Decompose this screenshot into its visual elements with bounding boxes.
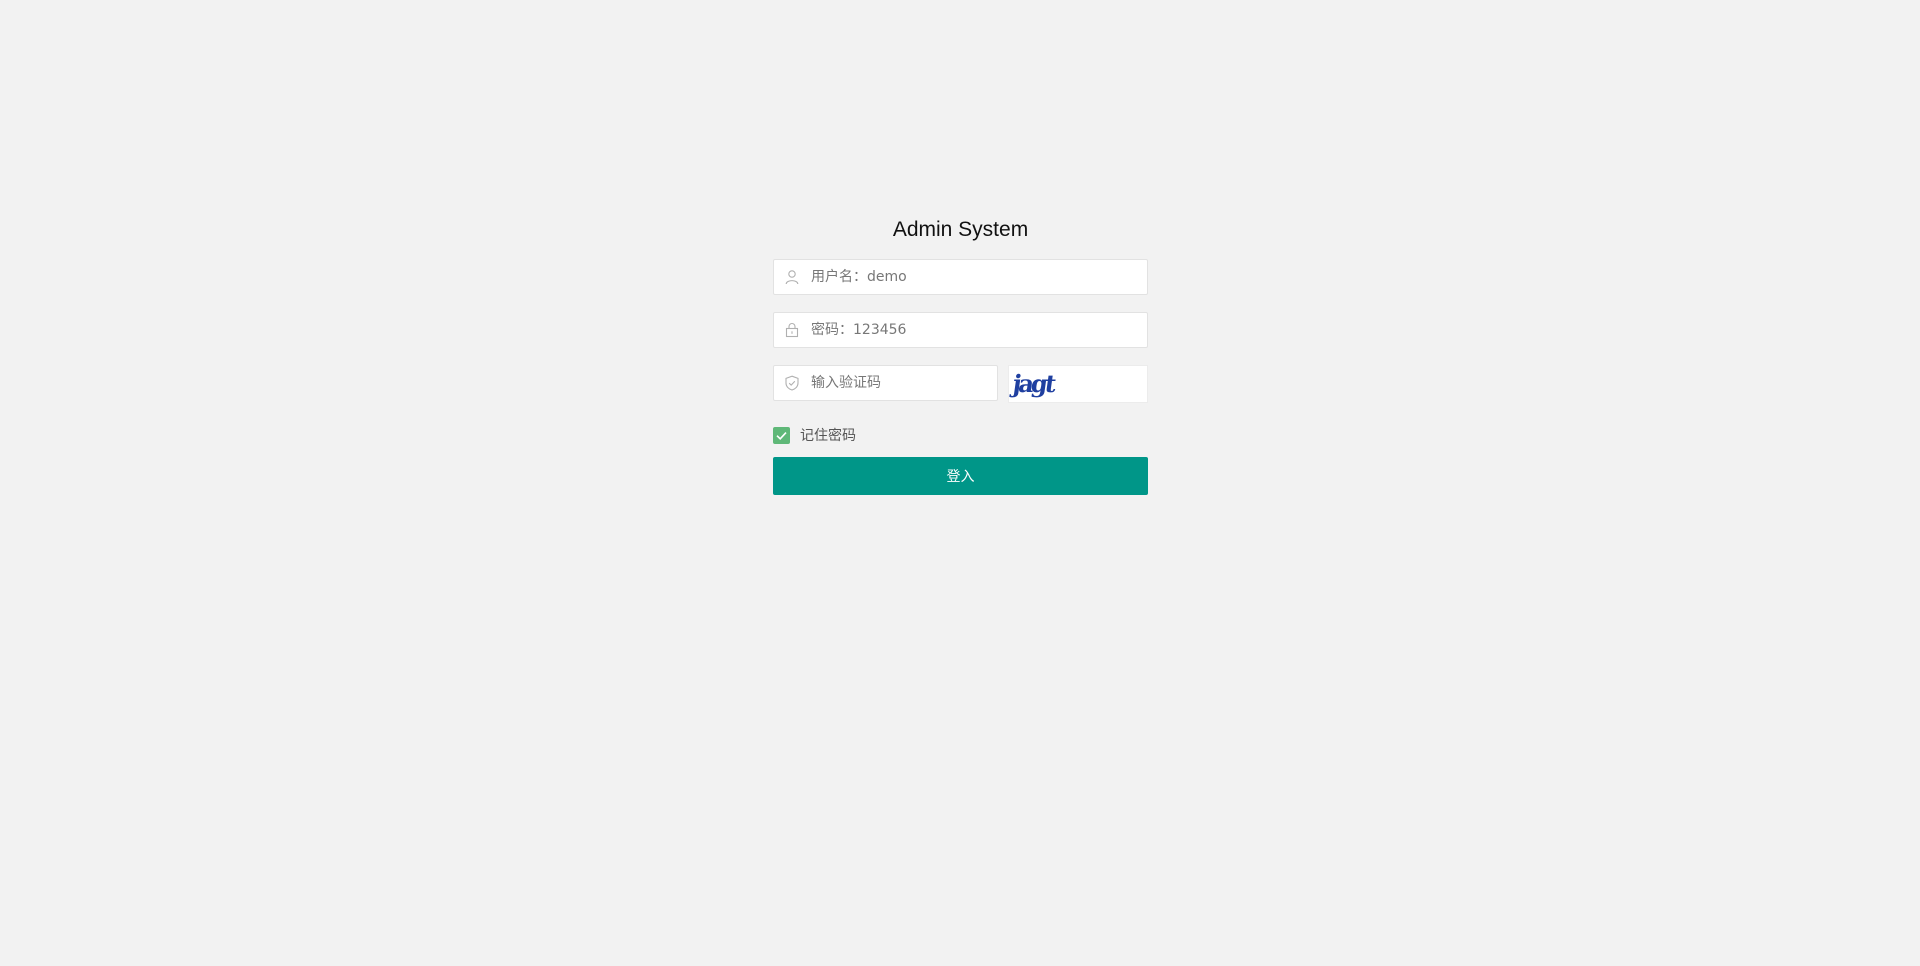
captcha-image[interactable]: jagt: [1008, 365, 1148, 403]
login-button[interactable]: 登入: [773, 457, 1148, 495]
captcha-field[interactable]: [773, 365, 998, 401]
page-title: Admin System: [892, 218, 1029, 241]
remember-password-label: 记住密码: [800, 428, 856, 444]
password-input[interactable]: [811, 313, 1139, 347]
remember-password-checkbox[interactable]: 记住密码: [773, 425, 1148, 445]
checkbox-checked[interactable]: [773, 426, 790, 444]
captcha-row: jagt: [773, 365, 1148, 403]
login-form: Admin System jagt: [773, 212, 1148, 495]
user-icon: [785, 270, 799, 285]
lock-icon: [785, 323, 799, 338]
username-input[interactable]: [811, 260, 1139, 294]
captcha-input[interactable]: [811, 366, 989, 400]
check-icon: [776, 431, 787, 440]
captcha-image-text: jagt: [1010, 369, 1056, 398]
shield-icon: [785, 375, 799, 391]
username-field[interactable]: [773, 259, 1148, 295]
password-field[interactable]: [773, 312, 1148, 348]
